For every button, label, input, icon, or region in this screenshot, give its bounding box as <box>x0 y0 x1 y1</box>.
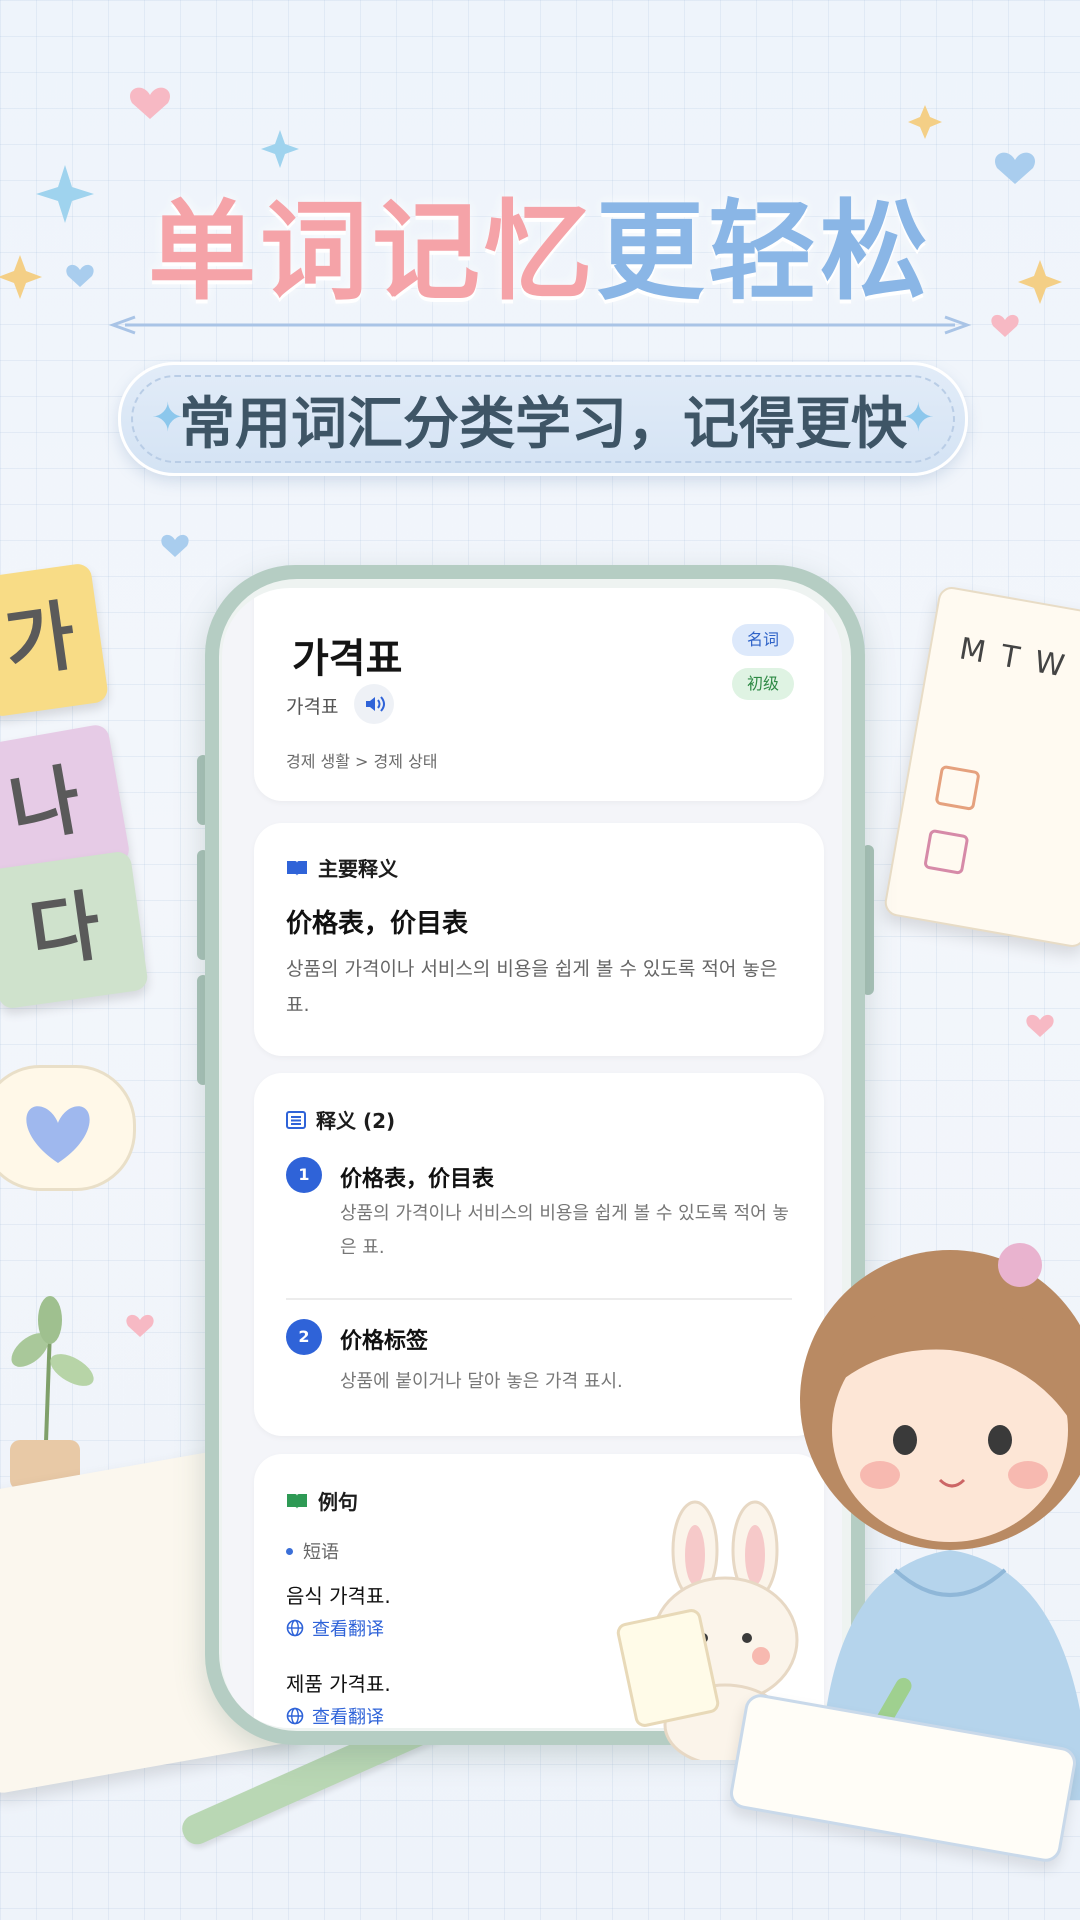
subtitle-banner: ✦ 常用词汇分类学习，记得更快 ✦ <box>118 362 968 476</box>
main-translation: 价格表，价目表 <box>286 909 469 939</box>
view-translation-link[interactable]: 查看翻译 <box>286 1703 384 1728</box>
meaning-number-badge: 1 <box>286 1157 322 1193</box>
checkbox-icon <box>934 764 981 812</box>
decorative-arrow <box>108 315 972 335</box>
list-icon <box>286 1110 306 1129</box>
pronunciation-text: 가격표 <box>286 696 339 718</box>
hangul-tile: 다 <box>0 850 150 1010</box>
speaker-button[interactable] <box>354 684 394 724</box>
example-sentence: 음식 가격표. <box>286 1584 391 1608</box>
divider <box>286 1298 792 1300</box>
book-icon <box>287 860 307 876</box>
main-meaning-card: 主要释义 价格表，价目表 상품의 가격이나 서비스의 비용을 쉽게 볼 수 있도… <box>254 823 824 1056</box>
headline-part2: 更轻松 <box>596 190 933 315</box>
meanings-heading: 释义 (2) <box>286 1105 395 1134</box>
word-title: 가격표 <box>292 636 403 682</box>
calendar-day: W <box>1031 644 1080 688</box>
word-header-card: 가격표 名词 初级 가격표 경제 생활 > 경제 상태 <box>254 588 824 801</box>
main-definition: 상품의 가격이나 서비스의 비용을 쉽게 볼 수 있도록 적어 놓은 표. <box>286 958 778 1016</box>
headline-part1: 单词记忆 <box>147 190 596 315</box>
meaning-title: 价格标签 <box>340 1329 429 1354</box>
bullet-dot-icon <box>286 1547 293 1555</box>
meaning-desc: 상품에 붙이거나 달아 놓은 가격 표시. <box>340 1371 623 1392</box>
main-meaning-heading-label: 主要释义 <box>318 857 398 881</box>
headline: 单词记忆更轻松 <box>0 165 1080 321</box>
book-open-icon <box>287 1493 307 1509</box>
pos-tag: 名词 <box>732 624 794 656</box>
main-meaning-heading: 主要释义 <box>286 853 398 882</box>
breadcrumb: 경제 생활 > 경제 상태 <box>286 752 438 771</box>
heart-bubble-icon <box>0 1065 136 1191</box>
examples-heading: 例句 <box>286 1486 358 1515</box>
speaker-icon <box>366 696 385 712</box>
checkbox-icon <box>923 828 970 876</box>
meanings-heading-label: 释义 (2) <box>316 1109 396 1133</box>
examples-heading-label: 例句 <box>318 1490 358 1514</box>
globe-icon <box>286 1619 304 1637</box>
globe-icon <box>286 1707 304 1725</box>
level-tag: 初级 <box>732 668 794 700</box>
example-sentence: 제품 가격표. <box>286 1672 391 1696</box>
example-category: 短语 <box>286 1538 339 1564</box>
meanings-card: 释义 (2) 1 价格表，价目表 상품의 가격이나 서비스의 비용을 쉽게 볼 … <box>254 1073 824 1436</box>
example-category-label: 短语 <box>303 1542 339 1563</box>
subtitle-text: 常用词汇分类学习，记得更快 <box>179 391 907 457</box>
calendar-day: M <box>956 631 1005 674</box>
view-translation-link[interactable]: 查看翻译 <box>286 1615 384 1641</box>
meaning-title: 价格表，价目表 <box>340 1167 495 1192</box>
plant-icon <box>10 1296 94 1490</box>
meaning-number-badge: 2 <box>286 1319 322 1355</box>
meaning-desc: 상품의 가격이나 서비스의 비용을 쉽게 볼 수 있도록 적어 놓은 표. <box>340 1203 789 1258</box>
sparkle-icon: ✦ <box>901 395 935 441</box>
view-translation-label: 查看翻译 <box>312 1619 384 1640</box>
view-translation-label: 查看翻译 <box>312 1707 384 1728</box>
hangul-tile: 가 <box>0 562 110 718</box>
